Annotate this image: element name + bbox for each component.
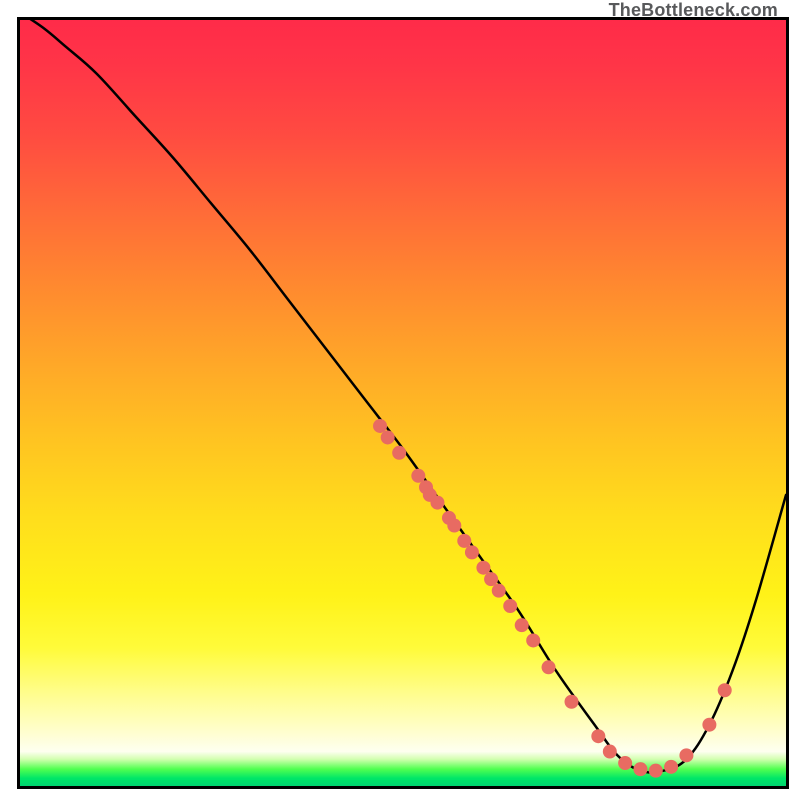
data-marker [649, 764, 663, 778]
data-marker [447, 519, 461, 533]
data-marker [633, 762, 647, 776]
data-markers [373, 419, 732, 778]
data-marker [618, 756, 632, 770]
data-marker [392, 446, 406, 460]
data-marker [515, 618, 529, 632]
data-marker [603, 745, 617, 759]
main-curve [20, 20, 786, 773]
data-marker [503, 599, 517, 613]
data-marker [526, 633, 540, 647]
data-marker [373, 419, 387, 433]
curve-overlay [20, 20, 786, 786]
data-marker [565, 695, 579, 709]
plot-area [17, 17, 789, 789]
data-marker [492, 584, 506, 598]
data-marker [430, 496, 444, 510]
data-marker [411, 469, 425, 483]
data-marker [702, 718, 716, 732]
data-marker [718, 683, 732, 697]
data-marker [679, 748, 693, 762]
data-marker [465, 545, 479, 559]
data-marker [542, 660, 556, 674]
data-marker [591, 729, 605, 743]
data-marker [484, 572, 498, 586]
data-marker [664, 760, 678, 774]
data-marker [381, 430, 395, 444]
data-marker [457, 534, 471, 548]
data-marker [476, 561, 490, 575]
chart-container: TheBottleneck.com [0, 0, 800, 800]
